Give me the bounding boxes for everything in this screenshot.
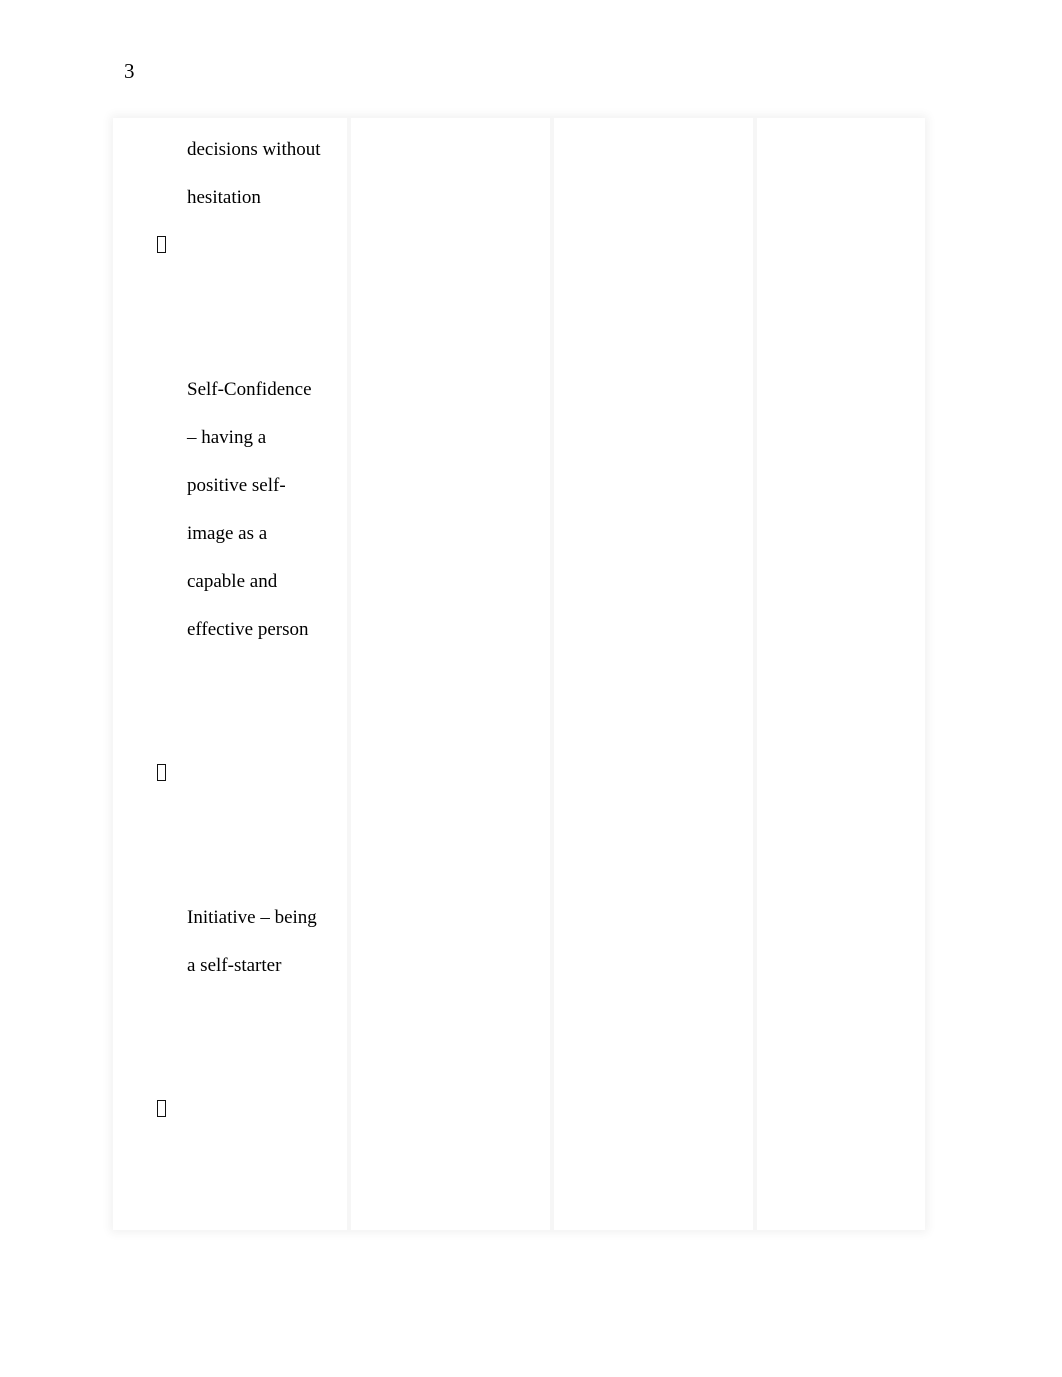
bullet-glyph-icon — [157, 222, 171, 253]
table-cell-traits: decisions without hesitation Self-Confid… — [113, 118, 349, 1230]
table-row: decisions without hesitation Self-Confid… — [113, 118, 925, 1230]
bullet-glyph-icon — [157, 750, 171, 781]
page-number: 3 — [124, 59, 135, 83]
table-cell-empty — [552, 118, 755, 1230]
content-table: decisions without hesitation Self-Confid… — [113, 118, 925, 1230]
table-grid: decisions without hesitation Self-Confid… — [113, 118, 925, 1230]
table-cell-empty — [349, 118, 552, 1230]
list-item: Initiative – being a self-starter — [122, 750, 340, 1086]
list-item-label: Self-Confidence – having a positive self… — [187, 379, 312, 640]
list-item-label: Initiative – being a self-starter — [187, 907, 317, 976]
table-cell-empty — [755, 118, 925, 1230]
list-item: Supervisory ability- getting the job don… — [122, 1086, 340, 1230]
traits-bullet-list: Self-Confidence – having a positive self… — [122, 222, 340, 1230]
traits-continuation-text: decisions without hesitation — [187, 139, 321, 208]
list-item: Self-Confidence – having a positive self… — [122, 222, 340, 750]
bullet-glyph-icon — [157, 1086, 171, 1117]
document-page: 3 decisions without hesitation Self-Conf… — [0, 0, 1062, 1377]
